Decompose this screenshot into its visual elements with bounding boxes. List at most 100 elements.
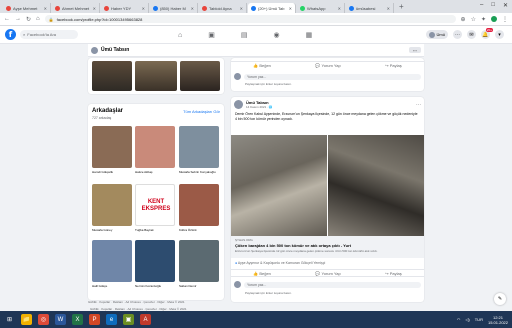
photo-thumbnail[interactable] [180, 61, 220, 91]
reload-icon[interactable]: ↻ [26, 16, 31, 23]
volume-icon[interactable]: ◁) [465, 317, 469, 322]
share-button[interactable]: ↪ Paylaş [385, 271, 401, 276]
like-button[interactable]: 👍 Beğen [253, 271, 271, 276]
reactions-summary[interactable]: ● Ayşe Ayşenur & Kapüşonlu ve Kamuran Gö… [235, 261, 325, 265]
post-image-right[interactable] [328, 135, 424, 236]
clock[interactable]: 12:21 15.01.2022 [488, 315, 508, 325]
home-icon[interactable]: ⌂ [178, 32, 182, 39]
friend-name[interactable]: Tuğba Bayrak [135, 228, 175, 232]
gaming-icon[interactable]: ▦ [306, 31, 313, 39]
friend-name[interactable]: Hatice Akbaş [135, 170, 175, 174]
post-menu-icon[interactable]: ··· [416, 102, 421, 108]
maximize-button[interactable]: □ [491, 2, 495, 9]
language-indicator[interactable]: TUR [475, 317, 483, 322]
excel-icon[interactable]: X [72, 314, 83, 325]
more-options-button[interactable]: ··· [409, 47, 421, 53]
post-image-left[interactable] [231, 135, 327, 236]
friend-name[interactable]: Saban Demir [179, 284, 219, 288]
friend-photo[interactable] [135, 240, 175, 282]
photos-icon[interactable]: ▣ [123, 314, 134, 325]
home-browser-icon[interactable]: ⌂ [36, 16, 40, 22]
browser-tab[interactable]: Haber YDY ✕ [101, 3, 149, 13]
post-actions-row: 👍 Beğen 💬 Yorum Yap ↪ Paylaş [231, 269, 424, 277]
browser-tab[interactable]: Tabloid Ayna ✕ [199, 3, 247, 13]
close-tab-icon[interactable]: ✕ [93, 6, 96, 11]
minimize-button[interactable]: – [480, 2, 483, 9]
friend-name[interactable]: Mustafa Güney [92, 228, 132, 232]
facebook-search-input[interactable]: ⌕ Facebook'ta Ara [20, 30, 78, 39]
comment-button[interactable]: 💬 Yorum Yap [315, 271, 340, 276]
groups-icon[interactable]: ◉ [273, 31, 279, 39]
like-button[interactable]: 👍 Beğen [253, 63, 271, 68]
link-preview[interactable]: ŞYHAS.ORG Çöken barajdan 4 bin 500 ton k… [231, 236, 424, 258]
browser-tab[interactable]: Ayşe Mehmet ✕ [3, 3, 51, 13]
comment-input[interactable]: Yorum yaz... [244, 281, 421, 288]
avatar[interactable] [234, 100, 243, 109]
forward-icon[interactable]: → [15, 16, 21, 22]
close-tab-icon[interactable]: ✕ [338, 6, 341, 11]
photo-thumbnail[interactable] [135, 61, 177, 91]
comment-input[interactable]: Yorum yaz... [244, 73, 421, 80]
notifications-icon[interactable]: 🔔 20+ [481, 28, 493, 39]
close-tab-icon[interactable]: ✕ [142, 6, 145, 11]
post-time[interactable]: 14 Kasım 2021 · 🌐 [246, 105, 273, 109]
friend-photo[interactable] [179, 240, 219, 282]
watch-icon[interactable]: ▣ [208, 31, 215, 39]
profile-name[interactable]: Ümü Tabsın [101, 47, 129, 53]
account-chevron-icon[interactable]: ▾ [495, 30, 504, 39]
close-tab-icon[interactable]: ✕ [191, 6, 194, 11]
chrome-icon[interactable]: ◎ [38, 314, 49, 325]
share-button[interactable]: ↪ Paylaş [385, 63, 401, 68]
back-icon[interactable]: ← [4, 16, 10, 22]
friend-photo[interactable] [179, 184, 219, 226]
friend-name[interactable]: Mustafa Sebrin Konyalıoğlu [179, 170, 219, 174]
photo-thumbnail[interactable] [92, 61, 132, 91]
avatar[interactable] [91, 46, 98, 54]
messenger-icon[interactable]: ✉ [467, 30, 476, 39]
friend-name[interactable]: Nermin Kozanlıoğlu [135, 284, 175, 288]
friend-photo[interactable] [135, 126, 175, 168]
tab-favicon-icon [300, 5, 305, 11]
friend-name[interactable]: Hamdi Gökçelik [92, 170, 132, 174]
close-window-button[interactable]: ✕ [503, 2, 508, 9]
marketplace-icon[interactable]: ▤ [241, 31, 248, 39]
acrobat-icon[interactable]: A [140, 314, 151, 325]
bookmark-star-icon[interactable]: ☆ [471, 16, 476, 23]
word-icon[interactable]: W [55, 314, 66, 325]
close-tab-icon[interactable]: ✕ [387, 6, 390, 11]
new-tab-button[interactable]: + [399, 2, 404, 11]
browser-tab[interactable]: ümüsabesi ✕ [346, 3, 394, 13]
friend-photo[interactable] [92, 184, 132, 226]
close-tab-icon[interactable]: ✕ [240, 6, 243, 11]
see-all-friends-link[interactable]: Tüm Arkadaşları Gör [183, 109, 220, 114]
friend-name[interactable]: Halil Gökçe [92, 284, 132, 288]
friend-photo[interactable] [179, 126, 219, 168]
friend-photo[interactable] [92, 126, 132, 168]
friend-photo[interactable]: KENT EKSPRES [135, 184, 175, 226]
browser-tab[interactable]: Ahmet Mehmet ✕ [52, 3, 100, 13]
url-input[interactable]: 🔒 facebook.com/profile.php?id=1000134956… [44, 15, 456, 23]
close-tab-icon[interactable]: ✕ [289, 6, 292, 11]
file-explorer-icon[interactable]: 📁 [21, 314, 32, 325]
zoom-icon[interactable]: ⊕ [461, 16, 466, 23]
profile-icon[interactable] [491, 16, 497, 22]
menu-grid-icon[interactable]: ⋯ [453, 30, 462, 39]
wifi-icon[interactable]: ◠ [457, 317, 461, 322]
start-icon[interactable]: ⊞ [4, 314, 15, 325]
browser-tab[interactable]: WhatsApp ✕ [297, 3, 345, 13]
facebook-logo-icon[interactable]: f [5, 29, 16, 40]
powerpoint-icon[interactable]: P [89, 314, 100, 325]
browser-tab[interactable]: (20+) Ümü Tab ✕ [248, 3, 296, 13]
friend-name[interactable]: Kübra Öztürk [179, 228, 219, 232]
profile-sticky-header: Ümü Tabsın ··· [88, 44, 424, 57]
extensions-icon[interactable]: ✦ [481, 16, 486, 23]
browser-tab[interactable]: (850) Haber M ✕ [150, 3, 198, 13]
close-tab-icon[interactable]: ✕ [44, 6, 47, 11]
edge-icon[interactable]: e [106, 314, 117, 325]
user-profile-pill[interactable]: Ümü [425, 30, 448, 39]
browser-menu-icon[interactable]: ⋮ [502, 16, 508, 23]
new-message-icon[interactable]: ✎ [494, 293, 506, 305]
comment-button[interactable]: 💬 Yorum Yap [315, 63, 340, 68]
friend-photo[interactable] [92, 240, 132, 282]
tab-label: Ahmet Mehmet [62, 5, 90, 11]
